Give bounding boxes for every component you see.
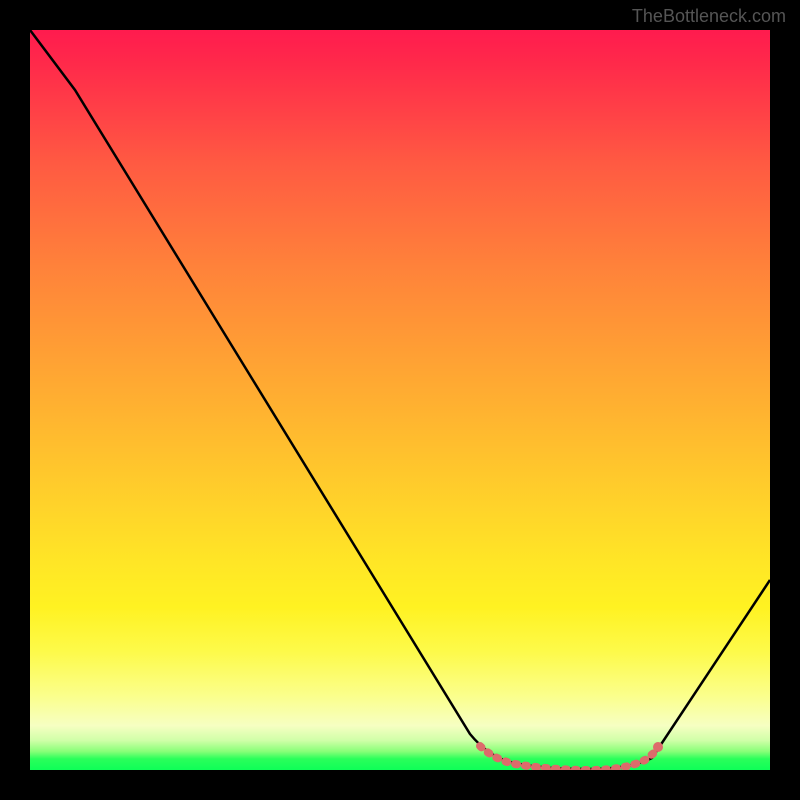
main-curve [30,30,770,769]
chart-curve-svg [30,30,770,770]
highlight-curve [480,746,655,770]
watermark-text: TheBottleneck.com [632,6,786,27]
highlight-dot [653,742,663,752]
chart-gradient-area [30,30,770,770]
